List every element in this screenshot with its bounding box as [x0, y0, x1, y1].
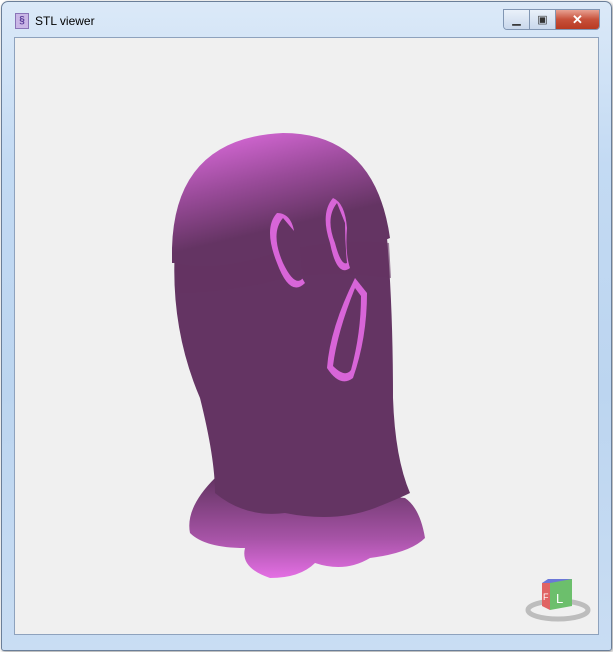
minimize-icon: ▁ [512, 14, 521, 26]
close-button[interactable]: ✕ [556, 10, 599, 29]
view-cube-front-label: F [543, 592, 549, 602]
maximize-icon: ▣ [537, 14, 548, 26]
model-render[interactable]: F L [15, 38, 598, 634]
maximize-button[interactable]: ▣ [530, 10, 556, 29]
app-icon: § [15, 13, 29, 29]
view-cube-left-label: L [556, 591, 563, 606]
3d-viewport[interactable]: F L [14, 37, 599, 635]
window-title: STL viewer [35, 14, 95, 28]
close-icon: ✕ [572, 11, 583, 27]
ghost-model [172, 133, 425, 578]
minimize-button[interactable]: ▁ [504, 10, 530, 29]
window-controls: ▁ ▣ ✕ [503, 9, 600, 30]
title-bar[interactable]: § STL viewer ▁ ▣ ✕ [2, 2, 611, 32]
stl-viewer-window: § STL viewer ▁ ▣ ✕ F L [1, 1, 612, 651]
view-cube[interactable]: F L [525, 579, 591, 622]
